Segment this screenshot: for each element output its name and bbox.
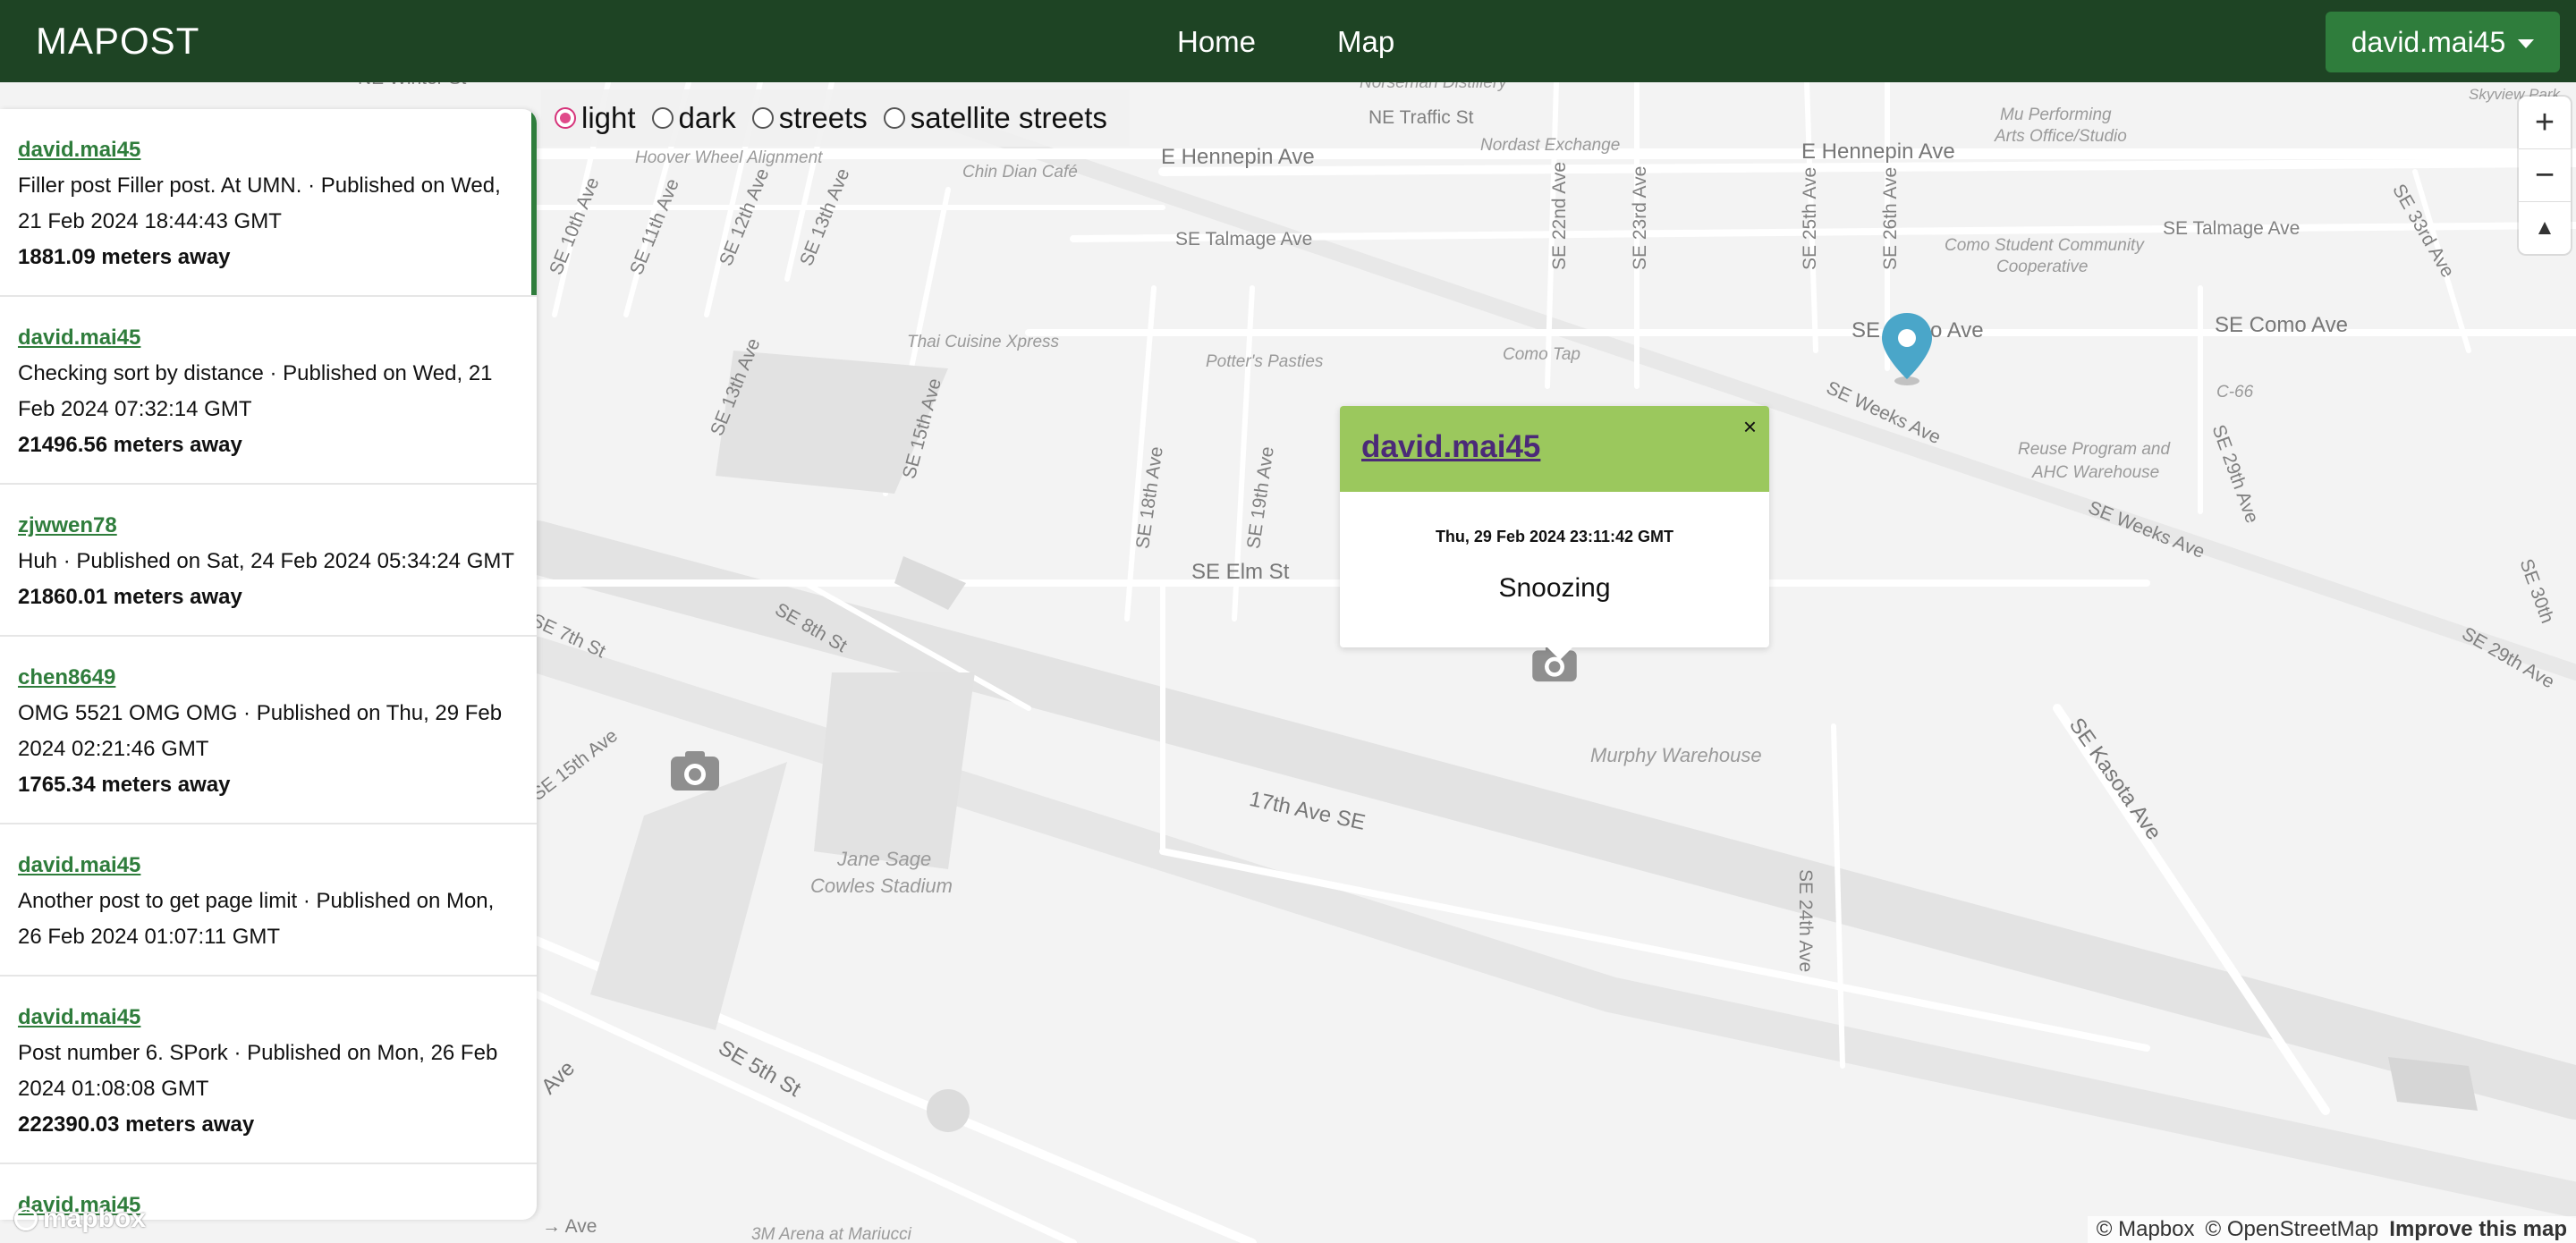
post-text: Filler post Filler post. At UMN. · Publi… — [18, 173, 501, 233]
map-label: NE Winter St — [358, 82, 466, 89]
post-list[interactable]: david.mai45 Filler post Filler post. At … — [0, 109, 537, 1220]
map-label: Hoover Wheel Alignment — [635, 148, 823, 167]
user-menu-button[interactable]: david.mai45 — [2326, 12, 2560, 72]
map-label: SE 26th Ave — [1880, 166, 1901, 270]
map-label: AHC Warehouse — [2032, 463, 2160, 482]
map-label: C-66 — [2216, 383, 2254, 402]
post-distance: 21860.01 meters away — [18, 585, 242, 609]
map-label: Potter's Pasties — [1206, 352, 1324, 371]
radio-button[interactable] — [883, 107, 905, 129]
nav-map-link[interactable]: Map — [1337, 25, 1394, 59]
map-label: Arts Office/Studio — [1995, 127, 2127, 146]
map-label: SE 25th Ave — [1800, 166, 1820, 270]
map-label: SE Elm St — [1191, 560, 1290, 584]
compass-button[interactable]: ▲ — [2519, 202, 2571, 254]
map-label: Reuse Program and — [2018, 440, 2171, 459]
post-author-link[interactable]: david.mai45 — [18, 848, 519, 884]
map-label: Como Student Community — [1945, 236, 2144, 255]
post-popup: david.mai45 × Thu, 29 Feb 2024 23:11:42 … — [1340, 406, 1769, 660]
navbar: MAPOST Home Map david.mai45 — [0, 0, 2576, 82]
map-label: SE Talmage Ave — [2163, 218, 2301, 239]
zoom-in-button[interactable]: + — [2519, 97, 2571, 149]
post-text: Huh · Published on Sat, 24 Feb 2024 05:3… — [18, 549, 515, 573]
popup-body: Snoozing — [1498, 573, 1611, 603]
map-label: SE Como Ave — [2215, 313, 2348, 337]
map-pin-icon[interactable] — [1878, 311, 1936, 386]
post-distance: 1881.09 meters away — [18, 245, 231, 269]
radio-button[interactable] — [651, 107, 674, 129]
caret-down-icon — [2518, 39, 2535, 48]
map-label: Murphy Warehouse — [1590, 744, 1762, 766]
map-label: SE 24th Ave — [1795, 869, 1816, 973]
list-item[interactable]: david.mai45 Another post to get page lim… — [0, 824, 537, 977]
attribution-mapbox-link[interactable]: © Mapbox — [2097, 1217, 2195, 1242]
map-label: Nordast Exchange — [1480, 136, 1621, 155]
map-label: SE 23rd Ave — [1630, 165, 1650, 270]
list-item[interactable]: chen8649 OMG 5521 OMG OMG · Published on… — [0, 637, 537, 824]
radio-button[interactable] — [751, 107, 774, 129]
map-label: → Ave — [542, 1216, 597, 1237]
style-option-dark[interactable]: dark — [651, 101, 736, 135]
style-option-streets[interactable]: streets — [751, 101, 868, 135]
close-icon[interactable]: × — [1743, 413, 1757, 441]
nav-home-link[interactable]: Home — [1177, 25, 1256, 59]
map-label: SE 22nd Ave — [1549, 161, 1570, 270]
map-label: Cowles Stadium — [810, 875, 953, 897]
map-label: Cooperative — [1996, 258, 2089, 276]
map-label: Como Tap — [1503, 345, 1580, 364]
list-item[interactable]: david.mai45 Post number 6. SPork · Publi… — [0, 977, 537, 1164]
map-style-switcher: light dark streets satellite streets — [541, 89, 1130, 147]
map-label: Jane Sage — [837, 848, 932, 870]
style-option-light[interactable]: light — [555, 101, 636, 135]
map-label: Chin Dian Café — [962, 163, 1078, 182]
map-label: Thai Cuisine Xpress — [907, 333, 1060, 351]
post-text: OMG 5521 OMG OMG · Published on Thu, 29 … — [18, 701, 503, 761]
post-distance: 21496.56 meters away — [18, 433, 242, 457]
improve-map-link[interactable]: Improve this map — [2389, 1217, 2567, 1242]
map-label: E Hennepin Ave — [1161, 145, 1315, 169]
post-distance: 222390.03 meters away — [18, 1112, 255, 1137]
map-label: SE Talmage Ave — [1175, 229, 1313, 249]
post-text: Checking sort by distance · Published on… — [18, 361, 493, 421]
list-item[interactable]: david.mai45 Filler post Filler post. At … — [0, 109, 537, 297]
post-author-link[interactable]: david.mai45 — [18, 1000, 519, 1036]
zoom-out-button[interactable]: − — [2519, 149, 2571, 202]
map-label: 3M Arena at Mariucci — [751, 1225, 911, 1243]
popup-author-link[interactable]: david.mai45 — [1361, 429, 1540, 465]
radio-button[interactable] — [555, 107, 576, 129]
post-text: Post number 6. SPork · Published on Mon,… — [18, 1041, 498, 1101]
popup-date: Thu, 29 Feb 2024 23:11:42 GMT — [1435, 528, 1674, 545]
map-attribution: © Mapbox © OpenStreetMap Improve this ma… — [2087, 1216, 2576, 1243]
post-author-link[interactable]: chen8649 — [18, 660, 519, 696]
map-label: E Hennepin Ave — [1801, 140, 1955, 164]
mapbox-icon — [14, 1207, 38, 1230]
user-menu-label: david.mai45 — [2351, 25, 2506, 58]
brand-logo[interactable]: MAPOST — [36, 20, 199, 63]
post-author-link[interactable]: david.mai45 — [18, 132, 519, 168]
popup-tip — [1547, 647, 1572, 660]
camera-marker-icon[interactable] — [669, 749, 721, 792]
map-label: NE Traffic St — [1368, 107, 1474, 128]
post-distance: 1765.34 meters away — [18, 773, 231, 797]
style-option-satellite-streets[interactable]: satellite streets — [883, 101, 1107, 135]
map-label: o Ave — [1930, 318, 1984, 342]
mapbox-logo[interactable]: mapbox — [14, 1204, 146, 1234]
popup-header: david.mai45 × — [1340, 406, 1769, 492]
post-author-link[interactable]: zjwwen78 — [18, 508, 519, 544]
map-label: Norseman Distillery — [1360, 82, 1507, 92]
list-item[interactable]: david.mai45 Checking sort by distance · … — [0, 297, 537, 485]
map-navigation-control: + − ▲ — [2519, 97, 2571, 254]
post-author-link[interactable]: david.mai45 — [18, 320, 519, 356]
map-label: Mu Performing — [2000, 106, 2112, 124]
attribution-osm-link[interactable]: © OpenStreetMap — [2206, 1217, 2379, 1242]
list-item[interactable]: zjwwen78 Huh · Published on Sat, 24 Feb … — [0, 485, 537, 637]
post-text: Another post to get page limit · Publish… — [18, 889, 495, 949]
